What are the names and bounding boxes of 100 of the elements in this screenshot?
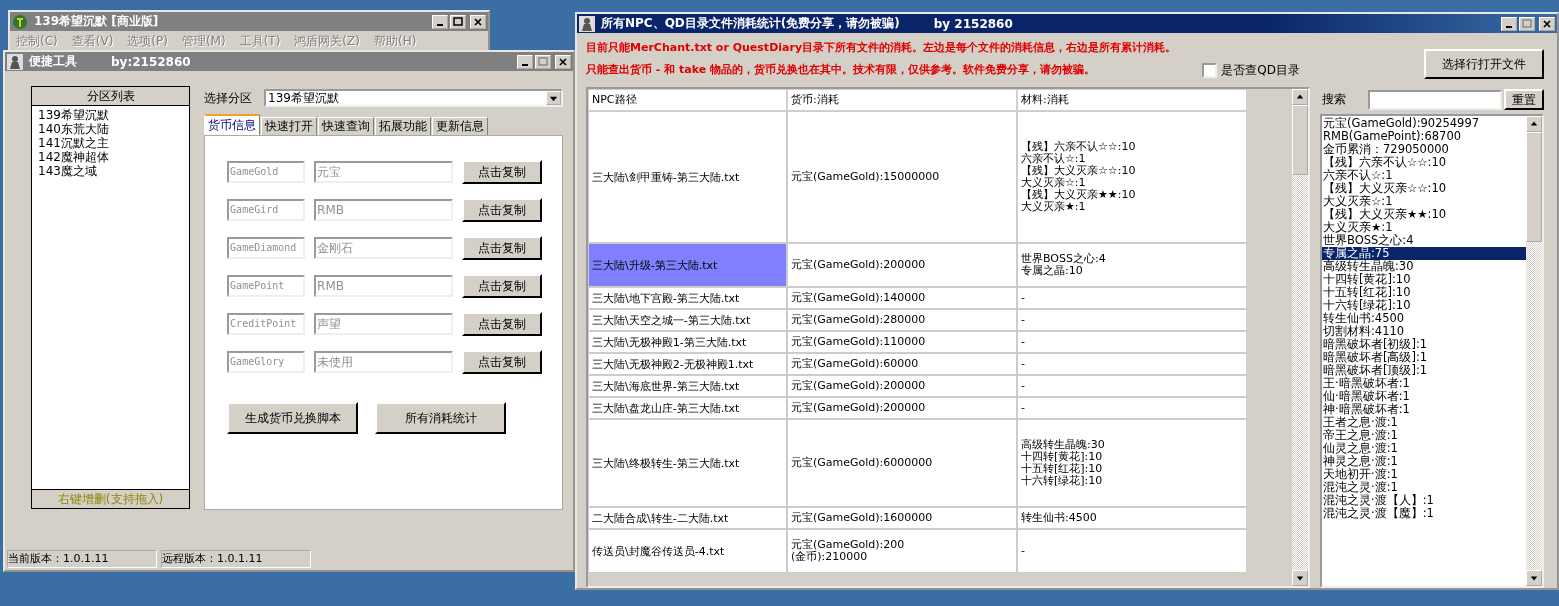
list-item[interactable]: 仙灵之息·渡:1 <box>1322 442 1526 455</box>
status-panel: 远程版本：1.0.1.11 <box>161 550 311 568</box>
tab[interactable]: 货币信息 <box>204 114 261 135</box>
zone-item[interactable]: 140东荒大陆 <box>38 122 184 136</box>
table-cell: 元宝(GameGold):200000 <box>791 380 926 392</box>
zone-item[interactable]: 139希望沉默 <box>38 108 184 122</box>
table-cell: - <box>1021 292 1025 304</box>
close-button[interactable] <box>1539 16 1555 31</box>
tab[interactable]: 拓展功能 <box>375 117 432 135</box>
column-header[interactable]: 货币:消耗 <box>787 89 1017 111</box>
minimize-icon <box>522 63 528 66</box>
search-label: 搜索 <box>1321 91 1347 108</box>
list-item[interactable]: 大义灭亲☆:1 <box>1322 195 1526 208</box>
list-item[interactable]: 仙·暗黑破坏者:1 <box>1322 390 1526 403</box>
table-cell[interactable]: 二大陆合成\转生-二大陆.txt <box>588 507 787 529</box>
list-item[interactable]: 世界BOSS之心:4 <box>1322 234 1526 247</box>
list-item[interactable]: 王·暗黑破坏者:1 <box>1322 377 1526 390</box>
scroll-thumb[interactable] <box>1526 132 1542 242</box>
table-cell[interactable]: 三大陆\升级-第三大陆.txt <box>588 243 787 287</box>
close-icon <box>558 56 568 67</box>
minimize-button[interactable] <box>1501 16 1517 31</box>
table-cell: - <box>1021 402 1025 414</box>
scrollbar[interactable] <box>1526 116 1542 586</box>
list-item[interactable]: 神·暗黑破坏者:1 <box>1322 403 1526 416</box>
list-item[interactable]: 切割材料:4110 <box>1322 325 1526 338</box>
window-title: 便捷工具 <box>29 53 77 70</box>
table-cell: - <box>1021 314 1025 326</box>
scroll-down-icon <box>1530 574 1538 582</box>
list-header: 分区列表 <box>32 87 190 106</box>
list-item[interactable]: 十四转[黄花]:10 <box>1322 273 1526 286</box>
tab[interactable]: 快速打开 <box>261 117 318 135</box>
action-button[interactable]: 所有消耗统计 <box>375 402 507 434</box>
search-field[interactable] <box>1368 89 1502 110</box>
author-label: by 2152860 <box>933 16 1013 31</box>
open-file-button[interactable]: 选择行打开文件 <box>1424 49 1544 79</box>
list-item[interactable]: 【残】大义灭亲☆☆:10 <box>1322 182 1526 195</box>
list-item[interactable]: 高级转生晶魄:30 <box>1322 260 1526 273</box>
list-item[interactable]: 混沌之灵·渡【人】:1 <box>1322 494 1526 507</box>
list-item[interactable]: 暗黑破坏者[高级]:1 <box>1322 351 1526 364</box>
list-item[interactable]: 金币累消：729050000 <box>1322 143 1526 156</box>
tab[interactable]: 更新信息 <box>432 117 489 135</box>
zone-item[interactable]: 141沉默之主 <box>38 136 184 150</box>
notice-text: 只能查出货币 - 和 take 物品的，货币兑换也在其中。技术有限，仅供参考。软件免费分享，请勿被骗。 <box>586 62 1096 78</box>
scroll-down-icon <box>1296 574 1304 582</box>
list-item[interactable]: 元宝(GameGold):90254997 <box>1322 117 1526 130</box>
list-item[interactable]: 六亲不认☆:1 <box>1322 169 1526 182</box>
list-item[interactable]: 十五转[红花]:10 <box>1322 286 1526 299</box>
scroll-thumb[interactable] <box>1292 105 1308 175</box>
table-cell[interactable]: 传送员\封魔谷传送员-4.txt <box>588 529 787 573</box>
list-item[interactable]: 大义灭亲★:1 <box>1322 221 1526 234</box>
maximize-button[interactable] <box>1519 16 1535 31</box>
list-item[interactable]: 【残】大义灭亲★★:10 <box>1322 208 1526 221</box>
table-cell: - <box>1021 545 1025 557</box>
author-label: by:2152860 <box>111 54 191 69</box>
maximize-icon <box>453 16 463 27</box>
reset-button[interactable]: 重置 <box>1504 89 1544 110</box>
minimize-icon <box>1506 25 1512 28</box>
table-cell[interactable]: 三大陆\无极神殿2-无极神殿1.txt <box>588 353 787 375</box>
table-cell[interactable]: 三大陆\无极神殿1-第三大陆.txt <box>588 331 787 353</box>
table-cell[interactable]: 三大陆\剑甲重铸-第三大陆.txt <box>588 111 787 243</box>
list-item[interactable]: 帝王之息·渡:1 <box>1322 429 1526 442</box>
tab[interactable]: 快速查询 <box>318 117 375 135</box>
table-cell[interactable]: 三大陆\天空之城一-第三大陆.txt <box>588 309 787 331</box>
table-cell: - <box>1021 358 1025 370</box>
zone-item[interactable]: 142魔神超体 <box>38 150 184 164</box>
table-cell: - <box>1021 380 1025 392</box>
minimize-icon <box>437 23 443 26</box>
maximize-icon <box>1522 18 1532 29</box>
table-cell: 高级转生晶魄:30 十四转[黄花]:10 十五转[红花]:10 十六转[绿花]:10 <box>1021 439 1105 487</box>
close-icon <box>1542 18 1552 29</box>
table-cell: - <box>1021 336 1025 348</box>
table-cell[interactable]: 三大陆\地下宫殿-第三大陆.txt <box>588 287 787 309</box>
list-item[interactable]: 专属之晶:75 <box>1322 247 1526 260</box>
list-item[interactable]: RMB(GamePoint):68700 <box>1322 130 1526 143</box>
list-item[interactable]: 王者之息·渡:1 <box>1322 416 1526 429</box>
list-item[interactable]: 【残】六亲不认☆☆:10 <box>1322 156 1526 169</box>
table-cell[interactable]: 三大陆\海底世界-第三大陆.txt <box>588 375 787 397</box>
action-button[interactable]: 生成货币兑换脚本 <box>227 402 359 434</box>
table-cell[interactable]: 三大陆\盘龙山庄-第三大陆.txt <box>588 397 787 419</box>
column-header[interactable]: NPC路径 <box>588 89 787 111</box>
list-item[interactable]: 混沌之灵·渡:1 <box>1322 481 1526 494</box>
table-cell: 【残】六亲不认☆☆:10 六亲不认☆:1 【残】大义灭亲☆☆:10 大义灭亲☆:1 【残】大义灭亲★★:10 大义灭亲★:1 <box>1021 141 1136 213</box>
table-cell[interactable]: 三大陆\终极转生-第三大陆.txt <box>588 419 787 507</box>
list-item[interactable]: 暗黑破坏者[初级]:1 <box>1322 338 1526 351</box>
list-item[interactable]: 十六转[绿花]:10 <box>1322 299 1526 312</box>
list-item[interactable]: 暗黑破坏者[顶级]:1 <box>1322 364 1526 377</box>
close-icon <box>473 16 483 27</box>
list-item[interactable]: 天地初开·渡:1 <box>1322 468 1526 481</box>
column-header[interactable]: 材料:消耗 <box>1017 89 1247 111</box>
list-item[interactable]: 转生仙书:4500 <box>1322 312 1526 325</box>
qd-checkbox[interactable]: 是否查QD目录 <box>1202 61 1300 79</box>
table-cell: 元宝(GameGold):200000 <box>791 259 926 271</box>
list-item[interactable]: 神灵之息·渡:1 <box>1322 455 1526 468</box>
list-item[interactable]: 混沌之灵·渡【魔】:1 <box>1322 507 1526 520</box>
notice-text: 目前只能MerChant.txt or QuestDiary目录下所有文件的消耗。左边是每个文件的消耗信息，右边是所有累计消耗。 <box>586 40 1178 56</box>
zone-dropdown[interactable]: 139希望沉默 <box>264 89 563 107</box>
table-cell: 元宝(GameGold):280000 <box>791 314 926 326</box>
scrollbar[interactable] <box>1292 89 1308 586</box>
zone-item[interactable]: 143魔之域 <box>38 164 184 178</box>
list-footer: 右键增删(支持拖入) <box>32 489 190 508</box>
